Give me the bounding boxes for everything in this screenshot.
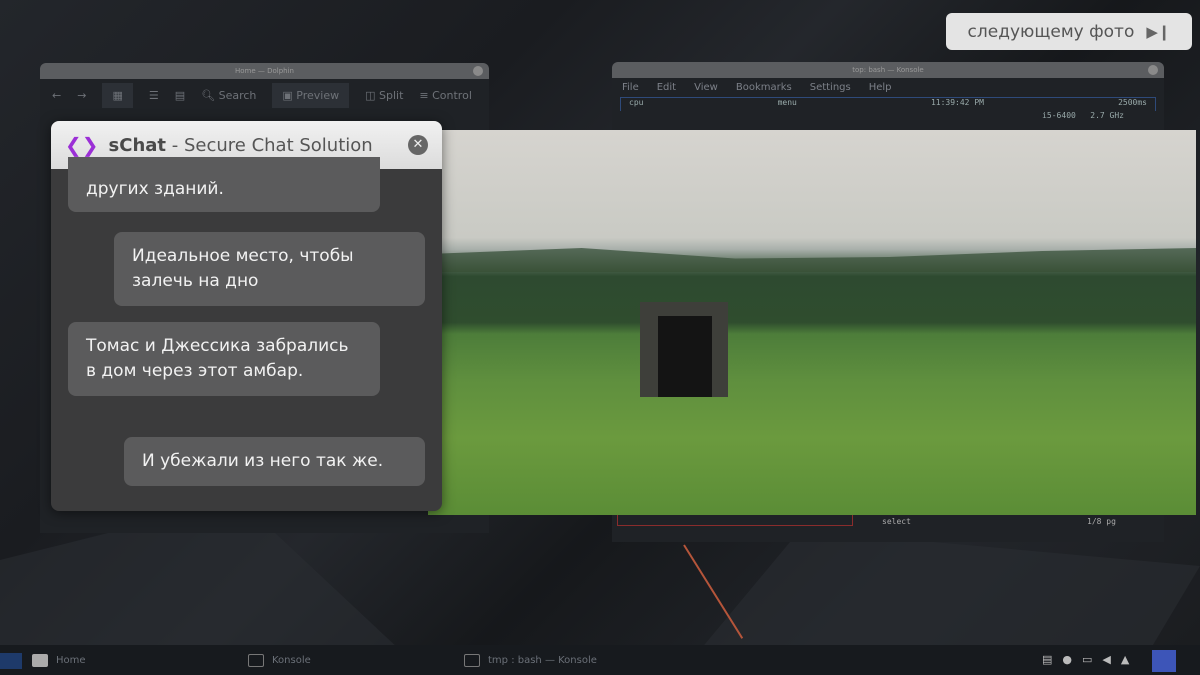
taskbar-label: tmp : bash — Konsole [488, 655, 597, 666]
compact-view-icon[interactable]: ▤ [175, 89, 185, 102]
menu-view[interactable]: View [694, 82, 718, 93]
window-titlebar[interactable]: Home — Dolphin [40, 63, 489, 79]
select-label: select [882, 517, 911, 526]
icons-view-icon[interactable]: ▦ [102, 82, 133, 108]
menu-help[interactable]: Help [869, 82, 892, 93]
app-launcher-icon[interactable] [0, 653, 22, 669]
search-button[interactable]: 🔍︎ Search [201, 89, 256, 102]
menu-edit[interactable]: Edit [657, 82, 676, 93]
clock: 11:39:42 PM [930, 98, 984, 107]
preview-label: Preview [296, 88, 340, 102]
page-label: 1/8 pg [1087, 517, 1116, 526]
btop-box [617, 514, 853, 526]
next-photo-button[interactable]: следующему фото ▶❙ [946, 13, 1192, 50]
app-subtitle: - Secure Chat Solution [171, 134, 373, 156]
menu-file[interactable]: File [622, 82, 639, 93]
menu-settings[interactable]: Settings [810, 82, 851, 93]
taskbar-label: Home [56, 655, 86, 666]
interval: 2500ms [1118, 98, 1147, 107]
dolphin-toolbar: ← → ▦ ☰ ▤ 🔍︎ Search ▣ Preview ◫ Split ≡ Con… [40, 79, 489, 111]
window-titlebar[interactable]: top: bash — Konsole [612, 62, 1164, 78]
app-name: sChat [108, 134, 167, 156]
message-bubble-incoming: Томас и Джессика забрались в дом через э… [68, 322, 380, 396]
message-bubble-outgoing: Идеальное место, чтобы залечь на дно [114, 232, 425, 306]
control-button[interactable]: ≡ Control [419, 89, 471, 102]
taskbar-item-konsole-bash[interactable]: tmp : bash — Konsole [464, 654, 597, 667]
menu-bookmarks[interactable]: Bookmarks [736, 82, 792, 93]
close-icon[interactable] [1148, 65, 1158, 75]
photo-preview[interactable] [428, 130, 1196, 515]
window-title: Home — Dolphin [234, 67, 294, 75]
menu-label: menu [777, 98, 797, 107]
hills [428, 248, 1196, 272]
cpu-freq: 2.7 GHz [1090, 111, 1124, 120]
cpu-model: i5-6400 [1042, 111, 1076, 120]
taskbar-label: Konsole [272, 655, 311, 666]
forward-icon[interactable]: → [77, 89, 86, 102]
control-label: Control [432, 88, 472, 102]
taskbar-item-konsole[interactable]: Konsole [248, 654, 311, 667]
details-view-icon[interactable]: ☰ [149, 89, 159, 102]
terminal-icon [248, 654, 264, 667]
schat-window: ❮❯ sChat - Secure Chat Solution ✕ других… [51, 121, 442, 511]
konsole-menubar: File Edit View Bookmarks Settings Help [612, 78, 1164, 97]
shed [640, 302, 728, 397]
taskbar-item-home[interactable]: Home [32, 654, 86, 667]
message-bubble-incoming: других зданий. [68, 157, 380, 212]
search-label: Search [218, 88, 257, 102]
close-icon[interactable] [473, 66, 483, 76]
message-bubble-outgoing: И убежали из него так же. [124, 437, 425, 486]
taskbar: Home Konsole tmp : bash — Konsole ▤ ● ▭ ◀ ▲ [0, 645, 1200, 675]
close-icon[interactable]: ✕ [408, 135, 428, 155]
preview-button[interactable]: ▣ Preview [272, 82, 350, 108]
tray-expand-icon[interactable]: ▲ [1121, 653, 1129, 666]
next-photo-label: следующему фото [967, 21, 1135, 42]
split-button[interactable]: ◫ Split [365, 89, 403, 102]
back-icon[interactable]: ← [52, 89, 61, 102]
terminal-icon [464, 654, 480, 667]
show-desktop-button[interactable] [1152, 650, 1176, 672]
folder-icon [32, 654, 48, 667]
cpu-label: cpu [629, 98, 644, 107]
skip-next-icon: ▶❙ [1146, 22, 1171, 41]
window-title: top: bash — Konsole [852, 66, 924, 74]
split-label: Split [379, 88, 404, 102]
volume-icon[interactable]: ◀ [1102, 653, 1110, 666]
btop-header: cpu menu 11:39:42 PM 2500ms [620, 97, 1156, 111]
network-icon[interactable]: ▭ [1082, 653, 1092, 666]
clipboard-icon[interactable]: ▤ [1042, 653, 1052, 666]
updates-icon[interactable]: ● [1062, 653, 1072, 666]
schat-logo-icon: ❮❯ [65, 133, 99, 157]
